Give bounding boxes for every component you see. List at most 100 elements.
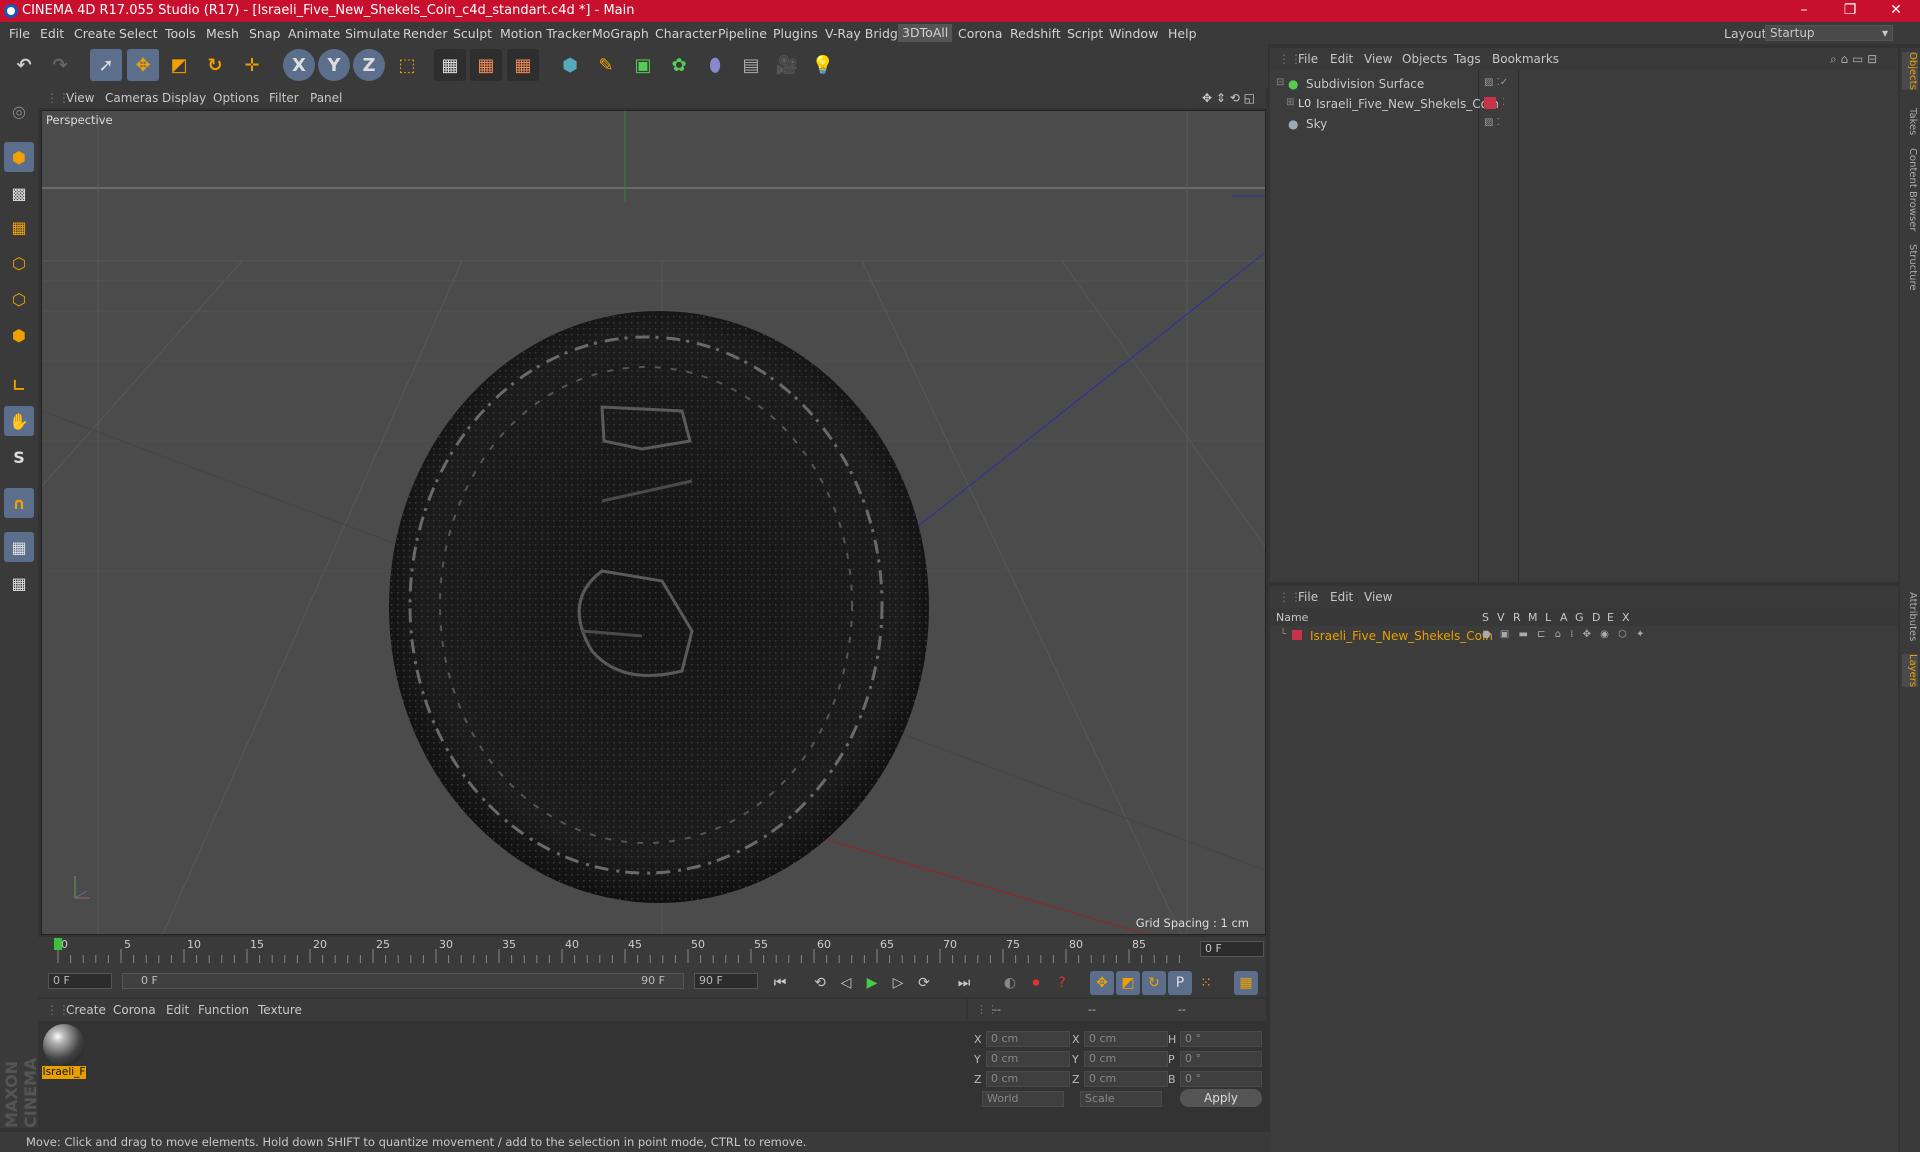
minimize-button[interactable]: – — [1781, 0, 1827, 22]
menu-edit[interactable]: Edit — [40, 26, 64, 41]
layer-color-swatch[interactable] — [1484, 97, 1496, 109]
layer-toggle-icons[interactable]: ● ▣ ▬ ⊏ ⌂ ⁞ ✥ ◉ ⬡ ✦ — [1482, 629, 1647, 640]
maximize-button[interactable]: ❐ — [1827, 0, 1873, 22]
layer-menu-edit[interactable]: Edit — [1330, 590, 1353, 604]
object-menu-bookmarks[interactable]: Bookmarks — [1492, 52, 1559, 66]
material-swatch[interactable]: Israeli_F — [42, 1024, 86, 1080]
go-to-start-icon[interactable]: ⏮ — [768, 971, 792, 995]
end-frame-field[interactable]: 90 F — [694, 973, 758, 989]
viewport-navigation-icon[interactable]: ✥ ⇕ ⟲ ◱ — [1202, 91, 1255, 105]
visibility-dots-icon[interactable]: ⁚ — [1502, 97, 1505, 108]
z-axis-lock-icon[interactable]: Z — [353, 49, 385, 81]
object-manager-nav-icons[interactable]: ⌕ ⌂ ▭ ⊟ — [1830, 52, 1877, 67]
move-tool-icon[interactable]: ✥ — [127, 49, 159, 81]
render-view-icon[interactable]: ▦ — [434, 49, 466, 81]
tab-attributes[interactable]: Attributes — [1902, 592, 1918, 641]
display-tag-icon[interactable]: ▨ ⁚✓ — [1484, 77, 1508, 88]
menu-simulate[interactable]: Simulate — [345, 26, 400, 41]
object-row-subdivision-surface[interactable]: ⊟ ● Subdivision Surface ▨ ⁚✓ — [1270, 74, 1898, 94]
position-z-field[interactable]: 0 cm — [986, 1071, 1070, 1087]
tab-content-browser[interactable]: Content Browser — [1902, 148, 1918, 231]
go-to-end-icon[interactable]: ⏭ — [952, 971, 976, 995]
cube-object-icon[interactable]: ⬢ — [554, 49, 586, 81]
display-tag-icon[interactable]: ▨ ⁚ — [1484, 117, 1500, 128]
timeline-ruler[interactable]: 051015202530354045505560657075808590 — [48, 937, 1188, 965]
magnet-icon[interactable]: ∩ — [4, 488, 34, 518]
size-x-field[interactable]: 0 cm — [1084, 1031, 1168, 1047]
position-y-field[interactable]: 0 cm — [986, 1051, 1070, 1067]
menu-script[interactable]: Script — [1067, 26, 1103, 41]
live-selection-icon[interactable]: ➚ — [90, 49, 122, 81]
points-mode-icon[interactable]: ⬡ — [4, 248, 34, 278]
object-row-coin[interactable]: ⊞ L0 Israeli_Five_New_Shekels_Coin ⁚ — [1270, 94, 1898, 114]
object-row-sky[interactable]: ● Sky ▨ ⁚ — [1270, 114, 1898, 134]
viewport-menu-options[interactable]: Options — [213, 91, 259, 105]
menu-mesh[interactable]: Mesh — [206, 26, 239, 41]
pen-spline-icon[interactable]: ✎ — [590, 49, 622, 81]
recent-tool-icon[interactable]: ✛ — [236, 49, 268, 81]
tab-objects[interactable]: Objects — [1902, 52, 1918, 90]
menu-motion-tracker[interactable]: Motion Tracker — [500, 26, 591, 41]
apply-button[interactable]: Apply — [1180, 1089, 1262, 1107]
key-scale-icon[interactable]: ◩ — [1116, 971, 1140, 995]
object-menu-edit[interactable]: Edit — [1330, 52, 1353, 66]
material-menu-corona[interactable]: Corona — [113, 1003, 156, 1017]
camera-icon[interactable]: 🎥 — [771, 49, 803, 81]
subdivision-surface-icon[interactable]: ▣ — [627, 49, 659, 81]
tweak-mode-icon[interactable]: ✋ — [4, 406, 34, 436]
menu-character[interactable]: Character — [655, 26, 717, 41]
menu-mograph[interactable]: MoGraph — [592, 26, 649, 41]
menu-render[interactable]: Render — [403, 26, 448, 41]
play-icon[interactable]: ▶ — [860, 971, 884, 995]
edges-mode-icon[interactable]: ⬡ — [4, 284, 34, 314]
current-frame-field[interactable]: 0 F — [1200, 941, 1264, 957]
close-button[interactable]: ✕ — [1873, 0, 1919, 22]
snap-icon[interactable]: S — [4, 442, 34, 472]
material-menu-edit[interactable]: Edit — [166, 1003, 189, 1017]
workplane-mode-icon[interactable]: ▦ — [4, 212, 34, 242]
viewport-menu-display[interactable]: Display — [162, 91, 206, 105]
object-menu-file[interactable]: File — [1298, 52, 1318, 66]
grid-icon[interactable]: ▦ — [4, 568, 34, 598]
next-key-icon[interactable]: ⟳ — [912, 971, 936, 995]
menu-animate[interactable]: Animate — [288, 26, 340, 41]
make-editable-icon[interactable]: ◎ — [4, 96, 34, 126]
cloner-icon[interactable]: ✿ — [663, 49, 695, 81]
redo-icon[interactable]: ↷ — [44, 49, 76, 81]
menu-window[interactable]: Window — [1109, 26, 1158, 41]
material-menu-create[interactable]: Create — [66, 1003, 106, 1017]
rotate-tool-icon[interactable]: ↻ — [199, 49, 231, 81]
axis-mode-icon[interactable]: ∟ — [4, 370, 34, 400]
menu-3dtoall[interactable]: 3DToAll — [898, 24, 953, 42]
rotation-h-field[interactable]: 0 ° — [1180, 1031, 1262, 1047]
layer-color-swatch[interactable] — [1292, 630, 1302, 640]
viewport-menu-filter[interactable]: Filter — [269, 91, 299, 105]
start-frame-field[interactable]: 0 F — [48, 973, 112, 989]
render-picture-viewer-icon[interactable]: ▦ — [470, 49, 502, 81]
floor-icon[interactable]: ▤ — [735, 49, 767, 81]
scale-tool-icon[interactable]: ◩ — [163, 49, 195, 81]
menu-tools[interactable]: Tools — [165, 26, 196, 41]
key-position-icon[interactable]: ✥ — [1090, 971, 1114, 995]
menu-select[interactable]: Select — [119, 26, 158, 41]
x-axis-lock-icon[interactable]: X — [283, 49, 315, 81]
size-y-field[interactable]: 0 cm — [1084, 1051, 1168, 1067]
timeline-window-icon[interactable]: ▦ — [1234, 971, 1258, 995]
previous-key-icon[interactable]: ⟲ — [808, 971, 832, 995]
viewport-menu-cameras[interactable]: Cameras — [105, 91, 158, 105]
polygons-mode-icon[interactable]: ⬢ — [4, 320, 34, 350]
key-pla-icon[interactable]: ⁙ — [1194, 971, 1218, 995]
undo-icon[interactable]: ↶ — [8, 49, 40, 81]
frame-range-slider[interactable]: 0 F 90 F — [122, 973, 684, 989]
menu-vray-bridge[interactable]: V-Ray Bridge — [825, 26, 906, 41]
autokeying-icon[interactable]: ⏺ — [1024, 971, 1048, 995]
menu-sculpt[interactable]: Sculpt — [453, 26, 492, 41]
previous-frame-icon[interactable]: ◁ — [834, 971, 858, 995]
layer-row[interactable]: └ Israeli_Five_New_Shekels_Coin ● ▣ ▬ ⊏ … — [1270, 626, 1898, 646]
position-x-field[interactable]: 0 cm — [986, 1031, 1070, 1047]
tab-takes[interactable]: Takes — [1902, 108, 1918, 135]
size-z-field[interactable]: 0 cm — [1084, 1071, 1168, 1087]
object-menu-tags[interactable]: Tags — [1454, 52, 1481, 66]
render-settings-icon[interactable]: ▦ — [507, 49, 539, 81]
keyframe-selection-icon[interactable]: ? — [1050, 971, 1074, 995]
